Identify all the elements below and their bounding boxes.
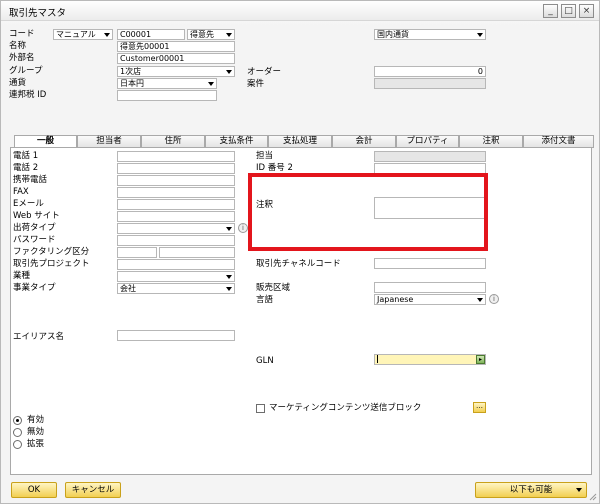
password-input[interactable] [117, 235, 235, 246]
chevron-down-icon [208, 82, 214, 86]
marketing-block-checkbox[interactable] [256, 404, 265, 413]
phone2-input[interactable] [117, 163, 235, 174]
shipping-type-label: 出荷タイプ [13, 223, 56, 233]
ellipsis-icon[interactable]: … [473, 402, 486, 413]
password-label: パスワード [13, 235, 56, 245]
code-input[interactable]: C00001 [117, 29, 185, 40]
phone2-label: 電話 2 [13, 163, 39, 173]
territory-input[interactable] [374, 282, 486, 293]
currency-value: 日本円 [120, 79, 144, 88]
status-inactive-radio[interactable] [13, 428, 22, 437]
bp-project-input[interactable] [117, 259, 235, 270]
chevron-down-icon [104, 33, 110, 37]
alias-name-input[interactable] [117, 330, 235, 341]
chevron-down-icon [226, 70, 232, 74]
chevron-down-icon [226, 33, 232, 37]
gln-picker-icon[interactable]: ▸ [476, 355, 485, 364]
factoring-code-input[interactable] [117, 247, 157, 258]
industry-label: 業種 [13, 271, 31, 281]
gln-label: GLN [256, 356, 274, 366]
chevron-down-icon [477, 298, 483, 302]
website-input[interactable] [117, 211, 235, 222]
orders-label: オーダー [247, 67, 282, 77]
factoring-name-input[interactable] [159, 247, 235, 258]
language-select[interactable]: Japanese [374, 294, 486, 305]
code-label: コード [9, 29, 35, 39]
status-advanced-radio[interactable] [13, 440, 22, 449]
bp-type-select[interactable]: 得意先 [187, 29, 235, 40]
factoring-indicator-label: ファクタリング区分 [13, 247, 90, 257]
industry-select[interactable] [117, 271, 235, 282]
info-circle-icon[interactable]: i [489, 294, 499, 304]
currency-type-select[interactable]: 国内通貨 [374, 29, 486, 40]
projects-label: 案件 [247, 79, 265, 89]
code-mode-select[interactable]: マニュアル [53, 29, 113, 40]
copy-to-label: 以下も可能 [509, 485, 553, 495]
status-inactive-label: 無効 [27, 427, 45, 437]
remarks-highlight-box [248, 173, 488, 251]
mobile-phone-label: 携帯電話 [13, 175, 48, 185]
alias-name-label: エイリアス名 [13, 332, 65, 342]
title-bar: 取引先マスタ _ □ × [1, 1, 599, 21]
foreign-name-input[interactable]: Customer00001 [117, 53, 235, 64]
business-partner-window: 取引先マスタ _ □ × コード マニュアル C00001 得意先 名称 得意先… [0, 0, 600, 504]
territory-label: 販売区域 [256, 283, 291, 293]
contact-person-input [374, 151, 486, 162]
phone1-input[interactable] [117, 151, 235, 162]
status-active-radio[interactable] [13, 416, 22, 425]
email-label: Eメール [13, 199, 44, 209]
federal-tax-id-label: 連邦税 ID [9, 90, 47, 100]
window-title: 取引先マスタ [9, 8, 67, 19]
name-input[interactable]: 得意先00001 [117, 41, 235, 52]
language-value: Japanese [377, 295, 414, 304]
chevron-down-icon [226, 287, 232, 291]
group-label: グループ [9, 66, 43, 76]
business-type-label: 事業タイプ [13, 283, 56, 293]
maximize-button[interactable]: □ [561, 4, 576, 18]
federal-tax-id-input[interactable] [117, 90, 217, 101]
currency-label: 通貨 [9, 78, 27, 88]
info-circle-icon[interactable]: i [238, 223, 248, 233]
chevron-down-icon [576, 488, 582, 492]
status-advanced-label: 拡張 [27, 439, 45, 449]
gln-input[interactable] [374, 354, 486, 365]
projects-value [374, 78, 486, 89]
chevron-down-icon [477, 33, 483, 37]
close-button[interactable]: × [579, 4, 594, 18]
business-type-value: 会社 [120, 284, 136, 293]
bp-project-label: 取引先プロジェクト [13, 259, 90, 269]
group-value: 1次店 [120, 67, 142, 76]
ok-button[interactable]: OK [11, 482, 57, 498]
email-input[interactable] [117, 199, 235, 210]
copy-to-button[interactable]: 以下も可能 [475, 482, 587, 498]
language-label: 言語 [256, 295, 274, 305]
currency-select[interactable]: 日本円 [117, 78, 217, 89]
bp-channel-code-label: 取引先チャネルコード [256, 259, 341, 269]
phone1-label: 電話 1 [13, 151, 39, 161]
business-type-select[interactable]: 会社 [117, 283, 235, 294]
status-active-label: 有効 [27, 415, 45, 425]
cancel-button[interactable]: キャンセル [65, 482, 121, 498]
marketing-block-label: マーケティングコンテンツ送信ブロック [269, 403, 422, 413]
bp-type-value: 得意先 [190, 30, 214, 39]
resize-grip-icon[interactable] [589, 493, 597, 501]
shipping-type-select[interactable] [117, 223, 235, 234]
foreign-name-label: 外部名 [9, 53, 35, 63]
chevron-down-icon [226, 227, 232, 231]
mobile-phone-input[interactable] [117, 175, 235, 186]
fax-label: FAX [13, 187, 29, 197]
code-mode-value: マニュアル [56, 30, 96, 39]
currency-type-value: 国内通貨 [377, 30, 409, 39]
contact-person-label: 担当 [256, 151, 274, 161]
website-label: Web サイト [13, 211, 60, 221]
minimize-button[interactable]: _ [543, 4, 558, 18]
name-label: 名称 [9, 41, 27, 51]
bp-channel-code-input[interactable] [374, 258, 486, 269]
chevron-down-icon [226, 275, 232, 279]
fax-input[interactable] [117, 187, 235, 198]
group-select[interactable]: 1次店 [117, 66, 235, 77]
orders-value: 0 [374, 66, 486, 77]
